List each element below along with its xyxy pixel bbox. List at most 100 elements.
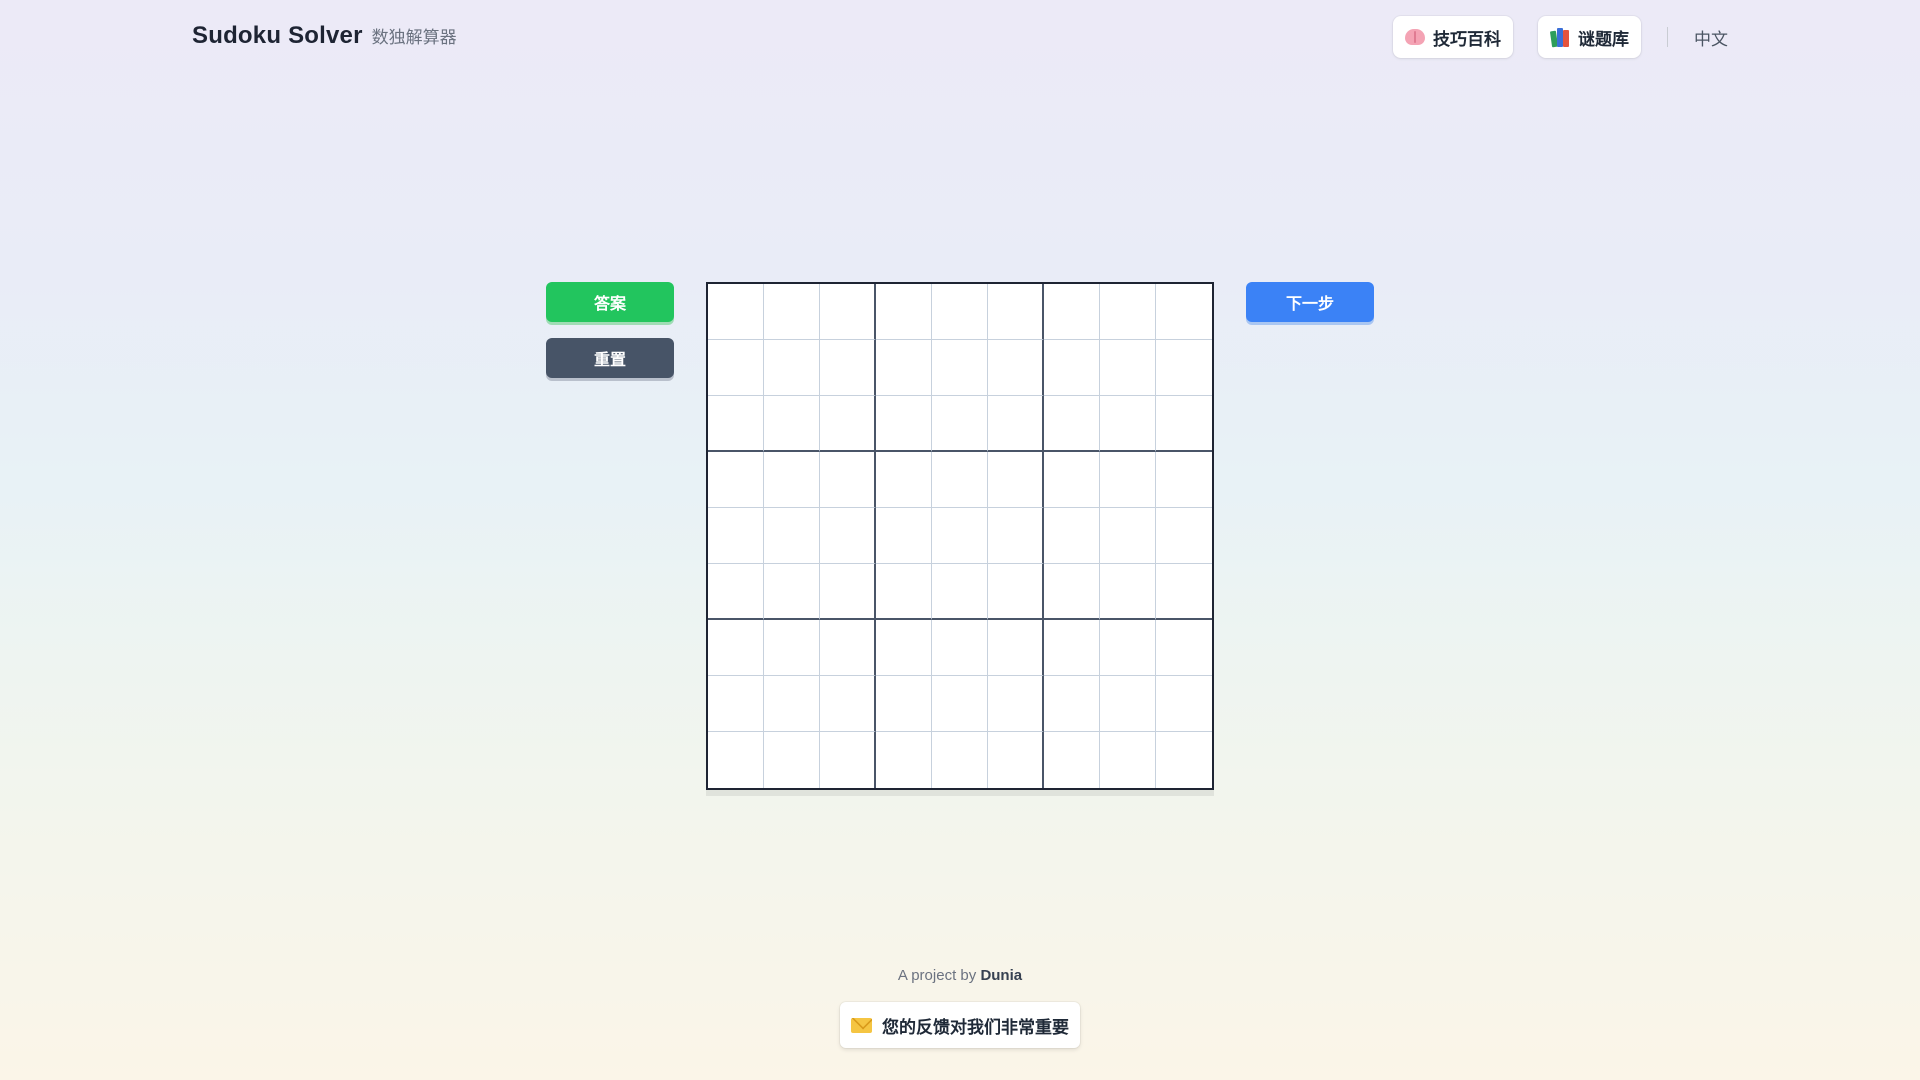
sudoku-cell[interactable]	[1156, 564, 1212, 620]
feedback-button[interactable]: 您的反馈对我们非常重要	[840, 1002, 1080, 1048]
credit-prefix: A project by	[897, 967, 977, 984]
sudoku-cell[interactable]	[876, 620, 932, 676]
techniques-button[interactable]: 技巧百科	[1393, 16, 1513, 58]
credit-line: A project by Dunia	[0, 967, 1920, 984]
sudoku-cell[interactable]	[1156, 620, 1212, 676]
answer-button[interactable]: 答案	[546, 282, 674, 322]
sudoku-cell[interactable]	[988, 452, 1044, 508]
sudoku-cell[interactable]	[876, 732, 932, 788]
sudoku-cell[interactable]	[1044, 396, 1100, 452]
sudoku-cell[interactable]	[988, 564, 1044, 620]
puzzle-library-button[interactable]: 谜题库	[1538, 16, 1641, 58]
sudoku-cell[interactable]	[1044, 564, 1100, 620]
sudoku-cell[interactable]	[820, 396, 876, 452]
sudoku-cell[interactable]	[1044, 340, 1100, 396]
sudoku-cell[interactable]	[820, 284, 876, 340]
top-nav: 技巧百科 谜题库 中文	[1393, 16, 1728, 58]
sudoku-cell[interactable]	[764, 732, 820, 788]
sudoku-cell[interactable]	[764, 508, 820, 564]
sudoku-cell[interactable]	[932, 396, 988, 452]
reset-button[interactable]: 重置	[546, 338, 674, 378]
sudoku-cell[interactable]	[708, 396, 764, 452]
sudoku-cell[interactable]	[876, 508, 932, 564]
sudoku-cell[interactable]	[820, 564, 876, 620]
sudoku-cell[interactable]	[1100, 340, 1156, 396]
sudoku-cell[interactable]	[820, 732, 876, 788]
sudoku-cell[interactable]	[764, 452, 820, 508]
credit-author-link[interactable]: Dunia	[980, 967, 1022, 984]
sudoku-cell[interactable]	[932, 732, 988, 788]
sudoku-cell[interactable]	[1156, 732, 1212, 788]
sudoku-cell[interactable]	[876, 396, 932, 452]
app-subtitle: 数独解算器	[371, 28, 457, 48]
sudoku-cell[interactable]	[988, 620, 1044, 676]
sudoku-cell[interactable]	[876, 284, 932, 340]
sudoku-cell[interactable]	[932, 564, 988, 620]
sudoku-cell[interactable]	[988, 396, 1044, 452]
sudoku-cell[interactable]	[1044, 284, 1100, 340]
sudoku-cell[interactable]	[1100, 284, 1156, 340]
next-step-button[interactable]: 下一步	[1246, 282, 1374, 322]
sudoku-grid	[706, 282, 1214, 790]
sudoku-cell[interactable]	[932, 676, 988, 732]
sudoku-cell[interactable]	[988, 508, 1044, 564]
sudoku-cell[interactable]	[764, 396, 820, 452]
sudoku-cell[interactable]	[876, 676, 932, 732]
sudoku-cell[interactable]	[988, 284, 1044, 340]
sudoku-cell[interactable]	[988, 676, 1044, 732]
sudoku-cell[interactable]	[708, 508, 764, 564]
sudoku-cell[interactable]	[708, 564, 764, 620]
sudoku-cell[interactable]	[1100, 396, 1156, 452]
sudoku-cell[interactable]	[1100, 508, 1156, 564]
language-switcher[interactable]: 中文	[1694, 25, 1728, 50]
sudoku-cell[interactable]	[764, 564, 820, 620]
feedback-label: 您的反馈对我们非常重要	[882, 1017, 1069, 1038]
sudoku-cell[interactable]	[1100, 564, 1156, 620]
sudoku-cell[interactable]	[876, 452, 932, 508]
sudoku-cell[interactable]	[932, 508, 988, 564]
sudoku-cell[interactable]	[1044, 620, 1100, 676]
sudoku-cell[interactable]	[708, 676, 764, 732]
sudoku-cell[interactable]	[1156, 340, 1212, 396]
sudoku-cell[interactable]	[876, 564, 932, 620]
techniques-label: 技巧百科	[1433, 29, 1501, 50]
sudoku-cell[interactable]	[932, 620, 988, 676]
sudoku-cell[interactable]	[820, 340, 876, 396]
sudoku-cell[interactable]	[932, 340, 988, 396]
sudoku-cell[interactable]	[988, 732, 1044, 788]
sudoku-cell[interactable]	[708, 620, 764, 676]
sudoku-cell[interactable]	[1156, 508, 1212, 564]
sudoku-cell[interactable]	[1100, 676, 1156, 732]
sudoku-cell[interactable]	[1100, 732, 1156, 788]
sudoku-cell[interactable]	[708, 732, 764, 788]
sudoku-cell[interactable]	[1156, 676, 1212, 732]
sudoku-cell[interactable]	[764, 620, 820, 676]
sudoku-cell[interactable]	[932, 284, 988, 340]
sudoku-cell[interactable]	[876, 340, 932, 396]
sudoku-cell[interactable]	[820, 620, 876, 676]
sudoku-cell[interactable]	[764, 284, 820, 340]
sudoku-board	[706, 282, 1214, 790]
sudoku-cell[interactable]	[1156, 452, 1212, 508]
puzzle-library-label: 谜题库	[1578, 29, 1629, 50]
sudoku-cell[interactable]	[1156, 396, 1212, 452]
sudoku-cell[interactable]	[820, 508, 876, 564]
sudoku-cell[interactable]	[1100, 452, 1156, 508]
sudoku-cell[interactable]	[1156, 284, 1212, 340]
sudoku-cell[interactable]	[820, 452, 876, 508]
sudoku-cell[interactable]	[708, 452, 764, 508]
app-title[interactable]: Sudoku Solver	[192, 22, 363, 50]
sudoku-cell[interactable]	[820, 676, 876, 732]
sudoku-cell[interactable]	[708, 340, 764, 396]
sudoku-cell[interactable]	[764, 340, 820, 396]
sudoku-cell[interactable]	[1044, 452, 1100, 508]
sudoku-cell[interactable]	[1044, 508, 1100, 564]
brand[interactable]: Sudoku Solver 数独解算器	[192, 22, 457, 50]
sudoku-cell[interactable]	[708, 284, 764, 340]
sudoku-cell[interactable]	[932, 452, 988, 508]
sudoku-cell[interactable]	[1044, 732, 1100, 788]
sudoku-cell[interactable]	[764, 676, 820, 732]
sudoku-cell[interactable]	[1100, 620, 1156, 676]
sudoku-cell[interactable]	[988, 340, 1044, 396]
sudoku-cell[interactable]	[1044, 676, 1100, 732]
